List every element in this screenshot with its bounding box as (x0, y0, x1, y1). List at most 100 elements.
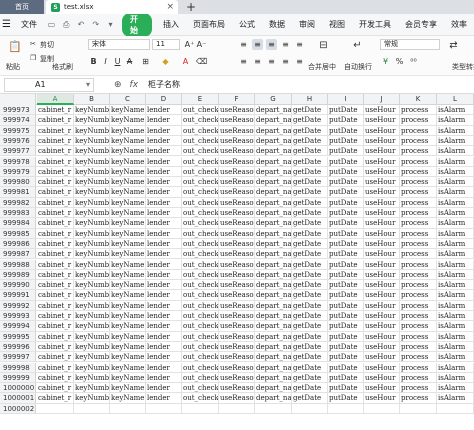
grid-cell[interactable]: useHour (364, 146, 400, 156)
row-header[interactable]: 999975 (0, 125, 36, 135)
grid-cell[interactable]: useHour (364, 372, 400, 383)
grid-cell[interactable]: depart_na (255, 115, 292, 125)
cut-icon[interactable]: ✂ (30, 40, 36, 48)
percent-icon[interactable]: % (394, 56, 405, 67)
grid-cell[interactable]: cabinet_r (37, 156, 74, 166)
dropdown-icon[interactable]: ▾ (106, 20, 115, 30)
grid-cell[interactable]: lender (146, 218, 182, 228)
grid-cell[interactable]: process (400, 259, 437, 269)
grid-cell[interactable]: keyNumber (74, 249, 110, 259)
menu-page-layout[interactable]: 页面布局 (186, 19, 232, 30)
grid-cell[interactable]: cabinet_r (37, 393, 74, 403)
grid-cell[interactable]: depart_na (255, 341, 292, 352)
grid-cell[interactable]: out_check (182, 187, 219, 197)
grid-cell[interactable]: getDate (292, 166, 328, 177)
grid-cell[interactable]: getDate (292, 135, 328, 146)
grid-cell[interactable]: isAlarm (437, 187, 474, 197)
grid-cell[interactable]: keyNumber (74, 187, 110, 197)
grid-cell[interactable]: getDate (292, 228, 328, 238)
grid-cell[interactable]: process (400, 372, 437, 383)
italic-icon[interactable]: I (100, 56, 111, 67)
grid-cell[interactable]: useHour (364, 218, 400, 228)
select-all-corner[interactable] (0, 94, 36, 105)
grid-cell[interactable]: keyName (110, 208, 146, 218)
paste-icon[interactable]: 📋 (8, 40, 22, 53)
grid-cell[interactable]: isAlarm (437, 135, 474, 146)
grid-cell[interactable]: getDate (292, 238, 328, 249)
name-box[interactable]: A1 ▾ (4, 77, 94, 92)
grid-cell[interactable]: putDate (328, 321, 364, 331)
grid-cell[interactable] (74, 403, 110, 413)
grid-cell[interactable]: keyNumber (74, 166, 110, 177)
grid-cell[interactable]: depart_na (255, 269, 292, 280)
grid-cell[interactable]: putDate (328, 115, 364, 125)
grid-cell[interactable]: getDate (292, 362, 328, 372)
grid-cell[interactable]: cabinet_r (37, 362, 74, 372)
grid-cell[interactable]: cabinet_r (37, 115, 74, 125)
grid-cell[interactable]: putDate (328, 331, 364, 341)
grid-cell[interactable]: keyNumber (74, 197, 110, 207)
grid-cell[interactable]: keyNumber (74, 331, 110, 341)
formula-input[interactable]: 柜子名称 (148, 79, 180, 90)
grid-cell[interactable]: cabinet_r (37, 372, 74, 383)
grid-cell[interactable]: useReason (219, 105, 255, 115)
grid-cell[interactable]: useHour (364, 115, 400, 125)
grid-cell[interactable]: lender (146, 280, 182, 290)
row-header[interactable]: 1000000 (0, 383, 36, 393)
grid-cell[interactable]: lender (146, 156, 182, 166)
row-header[interactable]: 999973 (0, 105, 36, 115)
grid-cell[interactable]: depart_na (255, 218, 292, 228)
grid-cell[interactable]: getDate (292, 259, 328, 269)
row-header[interactable]: 999986 (0, 238, 36, 249)
align-top-icon[interactable]: ≡ (238, 39, 249, 50)
grid-cell[interactable]: out_check (182, 372, 219, 383)
grid-cell[interactable]: useHour (364, 228, 400, 238)
row-header[interactable]: 999979 (0, 166, 36, 177)
grid-cell[interactable]: process (400, 393, 437, 403)
grid-cell[interactable]: cabinet_r (37, 197, 74, 207)
grid-cell[interactable]: depart_na (255, 290, 292, 300)
grid-cell[interactable]: keyNumber (74, 341, 110, 352)
dropdown-icon[interactable]: ▾ (86, 79, 90, 91)
grid-cell[interactable]: out_check (182, 105, 219, 115)
grid-cell[interactable]: cabinet_r (37, 321, 74, 331)
grid-cell[interactable]: putDate (328, 362, 364, 372)
file-tab[interactable]: S test.xlsx × (46, 0, 178, 14)
align-bottom-icon[interactable]: ≡ (266, 39, 277, 50)
grid-cell[interactable]: keyNumber (74, 269, 110, 280)
grid-cell[interactable]: useReason (219, 393, 255, 403)
grid-cell[interactable]: isAlarm (437, 280, 474, 290)
row-header[interactable]: 999984 (0, 218, 36, 228)
underline-icon[interactable]: U (112, 56, 123, 67)
grid-cell[interactable]: depart_na (255, 156, 292, 166)
grid-cell[interactable]: out_check (182, 177, 219, 187)
grid-cell[interactable]: out_check (182, 218, 219, 228)
menu-insert[interactable]: 插入 (156, 19, 186, 30)
grid-cell[interactable]: useHour (364, 311, 400, 321)
grid-cell[interactable]: putDate (328, 383, 364, 393)
grid-cell[interactable]: keyName (110, 269, 146, 280)
home-tab[interactable]: 首页 (0, 0, 44, 14)
fill-color-icon[interactable]: ◆ (160, 56, 171, 67)
grid-cell[interactable]: keyName (110, 259, 146, 269)
grid-cell[interactable]: process (400, 311, 437, 321)
grid-cell[interactable]: process (400, 238, 437, 249)
row-header[interactable]: 1000001 (0, 393, 36, 403)
grid-cell[interactable]: keyName (110, 105, 146, 115)
grid-cell[interactable]: out_check (182, 135, 219, 146)
hamburger-icon[interactable]: ☰ (2, 19, 14, 30)
grid-cell[interactable]: getDate (292, 352, 328, 362)
grid-cell[interactable]: keyName (110, 218, 146, 228)
grid-cell[interactable]: useReason (219, 238, 255, 249)
grid-cell[interactable]: isAlarm (437, 125, 474, 135)
grid-cell[interactable]: getDate (292, 177, 328, 187)
grid-cell[interactable]: lender (146, 135, 182, 146)
grid-cell[interactable]: putDate (328, 311, 364, 321)
row-header[interactable]: 999988 (0, 259, 36, 269)
grid-cell[interactable]: keyName (110, 331, 146, 341)
grid-cell[interactable]: lender (146, 372, 182, 383)
grid-cell[interactable]: out_check (182, 228, 219, 238)
grid-cell[interactable]: cabinet_r (37, 208, 74, 218)
row-header[interactable]: 999992 (0, 300, 36, 310)
grid-cell[interactable]: process (400, 187, 437, 197)
